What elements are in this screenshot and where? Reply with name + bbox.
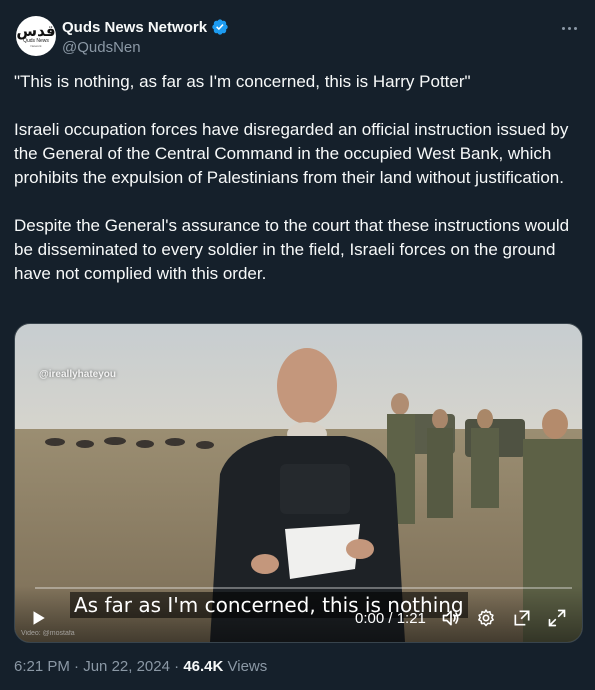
author-name-row: Quds News Network <box>62 18 229 36</box>
meta-separator: · <box>74 658 80 675</box>
verified-badge-icon <box>212 19 228 35</box>
views-label: Views <box>227 658 268 675</box>
video-player[interactable]: @ireallyhateyou As far as I'm concerned,… <box>14 323 583 643</box>
tweet-time[interactable]: 6:21 PM <box>14 658 70 675</box>
views-count: 46.4K <box>183 658 224 675</box>
play-icon[interactable] <box>27 607 49 629</box>
more-options-icon[interactable] <box>559 18 579 38</box>
tweet-text: "This is nothing, as far as I'm concerne… <box>14 70 580 310</box>
video-credit: Video: @mostafa <box>21 630 75 637</box>
tweet-date[interactable]: Jun 22, 2024 <box>83 658 170 675</box>
author-display-name[interactable]: Quds News Network <box>62 19 207 36</box>
video-watermark: @ireallyhateyou <box>39 369 117 380</box>
settings-icon[interactable] <box>475 607 497 629</box>
video-time: 0:00 / 1:21 <box>355 610 426 627</box>
tweet-paragraph: Despite the General's assurance to the c… <box>14 216 570 283</box>
fullscreen-icon[interactable] <box>546 607 568 629</box>
tweet-meta: 6:21 PM · Jun 22, 2024 · 46.4K Views <box>14 658 267 675</box>
avatar-logo-text: ﻗﺪﺱ <box>16 22 56 40</box>
video-progress-bar[interactable] <box>35 587 572 589</box>
pip-icon[interactable] <box>511 607 533 629</box>
tweet-card: ﻗﺪﺱ Quds News Network Quds News Network … <box>0 0 595 690</box>
author-handle[interactable]: @QudsNen <box>62 39 141 56</box>
avatar-logo-subtext-2: Network <box>30 44 42 48</box>
meta-separator: · <box>174 658 180 675</box>
volume-icon[interactable] <box>440 607 462 629</box>
tweet-paragraph: Israeli occupation forces have disregard… <box>14 120 569 187</box>
tweet-paragraph: "This is nothing, as far as I'm concerne… <box>14 72 471 91</box>
avatar[interactable]: ﻗﺪﺱ Quds News Network <box>16 16 56 56</box>
